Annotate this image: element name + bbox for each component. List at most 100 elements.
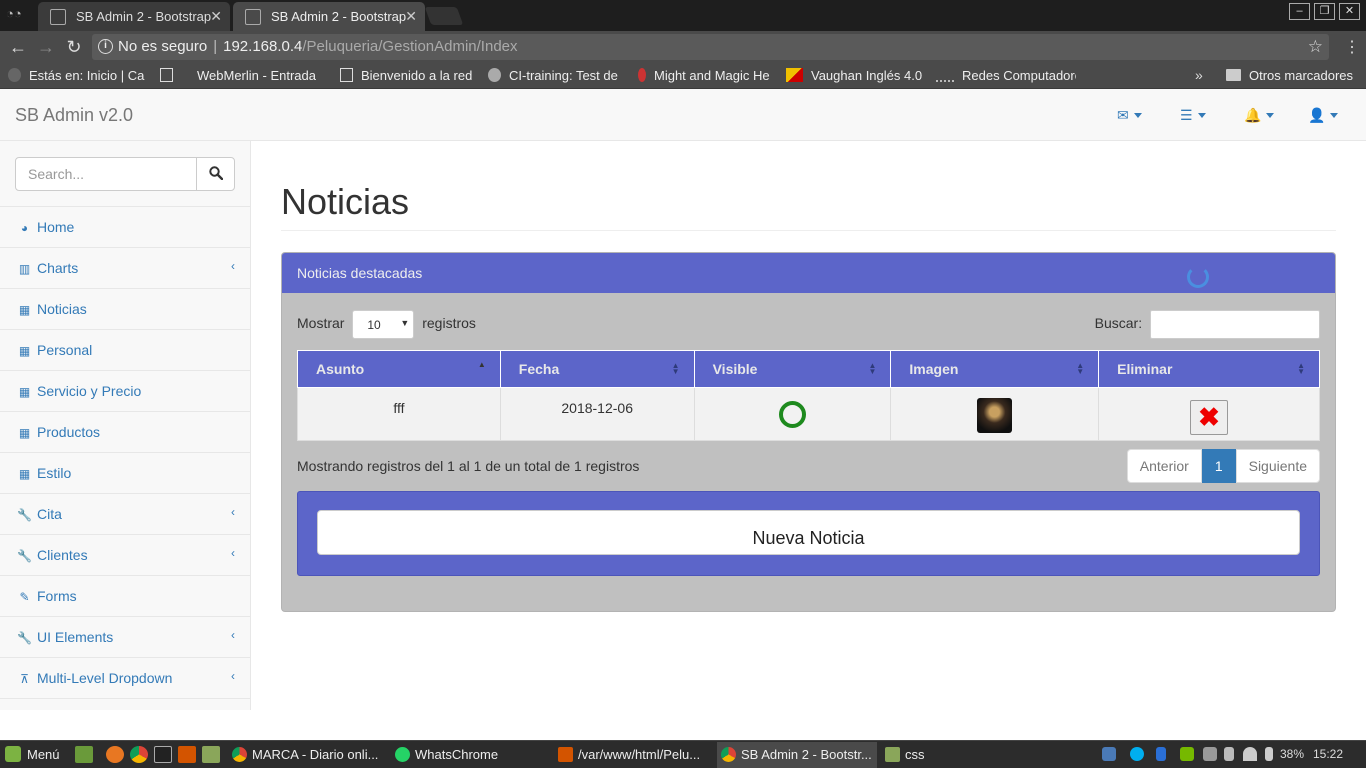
clock[interactable]: 15:22 (1313, 747, 1343, 761)
menu-kebab-icon[interactable]: ⋮ (1344, 37, 1360, 57)
bookmark-item[interactable]: WebMerlin - Entrada (160, 68, 330, 83)
chrome-icon[interactable] (130, 746, 148, 763)
more-bookmarks-icon[interactable]: » (1195, 67, 1203, 83)
column-header-asunto[interactable]: Asunto ▲ (297, 350, 501, 388)
browser-tab[interactable]: SB Admin 2 - Bootstrap ✕ (38, 2, 230, 31)
sidebar-item-clientes[interactable]: 🔧 Clientes ‹ (0, 535, 250, 576)
folder-icon (1226, 69, 1241, 81)
page-favicon-icon (245, 9, 261, 25)
gear-icon (488, 68, 501, 82)
mint-logo-icon (5, 746, 21, 762)
cell-imagen (890, 387, 1100, 441)
new-news-button[interactable]: Nueva Noticia (317, 510, 1300, 555)
sidebar-item-cita[interactable]: 🔧 Cita ‹ (0, 494, 250, 535)
table-search-input[interactable] (1150, 310, 1320, 339)
start-menu-button[interactable]: Menú (5, 746, 60, 762)
bookmark-item[interactable]: Vaughan Inglés 4.0 (786, 68, 926, 83)
minimize-icon[interactable]: – (1289, 3, 1310, 20)
divider (281, 230, 1336, 231)
new-news-panel: Nueva Noticia (297, 491, 1320, 576)
skype-icon[interactable] (1130, 747, 1144, 761)
bookmark-item[interactable]: Might and Magic He (638, 68, 776, 83)
terminal-icon[interactable] (154, 746, 172, 763)
news-thumbnail[interactable] (977, 397, 1013, 433)
page-length-select[interactable]: 10 ▼ (352, 310, 415, 339)
prev-page-button[interactable]: Anterior (1126, 449, 1202, 483)
back-arrow-icon[interactable]: ← (8, 37, 28, 58)
column-header-fecha[interactable]: Fecha ▲ ▼ (499, 350, 695, 388)
column-header-eliminar[interactable]: Eliminar ▲ ▼ (1098, 350, 1320, 388)
bookmark-star-icon[interactable]: ☆ (1308, 37, 1323, 57)
close-tab-icon[interactable]: ✕ (210, 8, 222, 25)
files-icon[interactable] (202, 746, 220, 763)
browser-tab-active[interactable]: SB Admin 2 - Bootstrap ✕ (233, 2, 425, 31)
tasks-dropdown[interactable]: ☰ (1180, 107, 1206, 124)
other-bookmarks-folder[interactable]: Otros marcadores (1226, 68, 1353, 83)
bookmark-item[interactable]: Redes Computadore (936, 68, 1076, 83)
info-icon[interactable]: i (98, 39, 113, 54)
close-tab-icon[interactable]: ✕ (405, 8, 417, 25)
table-icon: ▦ (18, 303, 31, 317)
update-icon[interactable] (1203, 747, 1217, 761)
sidebar-item-label: Cita (37, 506, 62, 522)
loading-spinner-icon (1187, 266, 1209, 288)
battery-icon[interactable] (1265, 747, 1273, 761)
sidebar-item-productos[interactable]: ▦ Productos (0, 412, 250, 453)
search-button[interactable] (196, 157, 235, 191)
panel-heading-title: Noticias destacadas (297, 265, 423, 281)
battery-percent: 38% (1280, 747, 1305, 761)
sidebar-item-label: Noticias (37, 301, 87, 317)
column-header-visible[interactable]: Visible ▲ ▼ (693, 350, 892, 388)
sidebar-item-servicio-y-precio[interactable]: ▦ Servicio y Precio (0, 371, 250, 412)
messages-dropdown[interactable]: ✉ (1117, 107, 1142, 124)
sidebar-item-forms[interactable]: ✎ Forms (0, 576, 250, 617)
next-page-button[interactable]: Siguiente (1235, 449, 1320, 483)
url-field[interactable]: i No es seguro | 192.168.0.4/Peluqueria/Ge… (92, 34, 1329, 60)
forward-arrow-icon[interactable]: → (36, 37, 56, 58)
page-wrapper: Noticias Noticias destacadas Mostrar 10 ▼… (251, 141, 1366, 710)
nvidia-icon[interactable] (1180, 747, 1194, 761)
bookmark-item[interactable]: CI-training: Test de (488, 68, 626, 83)
show-desktop-icon[interactable] (75, 746, 93, 763)
sidebar-search-input[interactable] (15, 157, 197, 191)
tab-title: SB Admin 2 - Bootstrap (271, 9, 407, 24)
sidebar-item-personal[interactable]: ▦ Personal (0, 330, 250, 371)
pagination: Anterior 1 Siguiente (1126, 449, 1320, 483)
new-tab-button[interactable] (424, 7, 464, 25)
bar-chart-icon: ▥ (18, 262, 31, 276)
restore-icon[interactable]: ❐ (1314, 3, 1335, 20)
taskbar-window[interactable]: WhatsChrome (391, 742, 549, 768)
bookmark-item[interactable]: Bienvenido a la red (340, 68, 478, 83)
reload-icon[interactable]: ↻ (64, 37, 84, 58)
delete-button[interactable]: ✖ (1190, 399, 1229, 435)
sort-asc-icon: ▲ (477, 360, 486, 369)
taskbar-window[interactable]: MARCA - Diario onli... (228, 742, 386, 768)
sidebar-item-multi-level-dropdown[interactable]: ⊼ Multi-Level Dropdown ‹ (0, 658, 250, 699)
close-window-icon[interactable]: ✕ (1339, 3, 1360, 20)
sidebar-item-charts[interactable]: ▥ Charts ‹ (0, 248, 250, 289)
sidebar-item-home[interactable]: ◕ Home (0, 207, 250, 248)
sidebar-item-sample-pages[interactable]: ❐Sample Pages‹ (0, 699, 250, 710)
firefox-icon[interactable] (106, 746, 124, 763)
sidebar-item-estilo[interactable]: ▦ Estilo (0, 453, 250, 494)
column-header-imagen[interactable]: Imagen ▲ ▼ (890, 350, 1100, 388)
brand-link[interactable]: SB Admin v2.0 (15, 105, 133, 126)
table-icon: ▦ (18, 426, 31, 440)
bookmark-item[interactable]: Estás en: Inicio | Ca (8, 68, 148, 83)
shield-icon[interactable] (1102, 747, 1116, 761)
visible-circle-icon[interactable] (778, 401, 806, 428)
taskbar-window[interactable]: css (881, 742, 1039, 768)
bookmark-icon (8, 68, 21, 82)
sublime-icon[interactable] (178, 746, 196, 763)
bluetooth-icon[interactable] (1156, 747, 1166, 761)
taskbar-window-active[interactable]: SB Admin 2 - Bootstr... (717, 742, 877, 768)
sidebar-item-ui-elements[interactable]: 🔧 UI Elements ‹ (0, 617, 250, 658)
sidebar-item-noticias[interactable]: ▦ Noticias (0, 289, 250, 330)
alerts-dropdown[interactable]: 🔔 (1244, 107, 1275, 124)
user-dropdown[interactable]: 👤 (1308, 107, 1339, 124)
table-info: Mostrando registros del 1 al 1 de un tot… (297, 458, 640, 474)
wifi-icon[interactable] (1243, 747, 1257, 761)
page-1-button[interactable]: 1 (1201, 449, 1236, 483)
taskbar-window[interactable]: /var/www/html/Pelu... (554, 742, 712, 768)
volume-icon[interactable] (1224, 747, 1234, 761)
